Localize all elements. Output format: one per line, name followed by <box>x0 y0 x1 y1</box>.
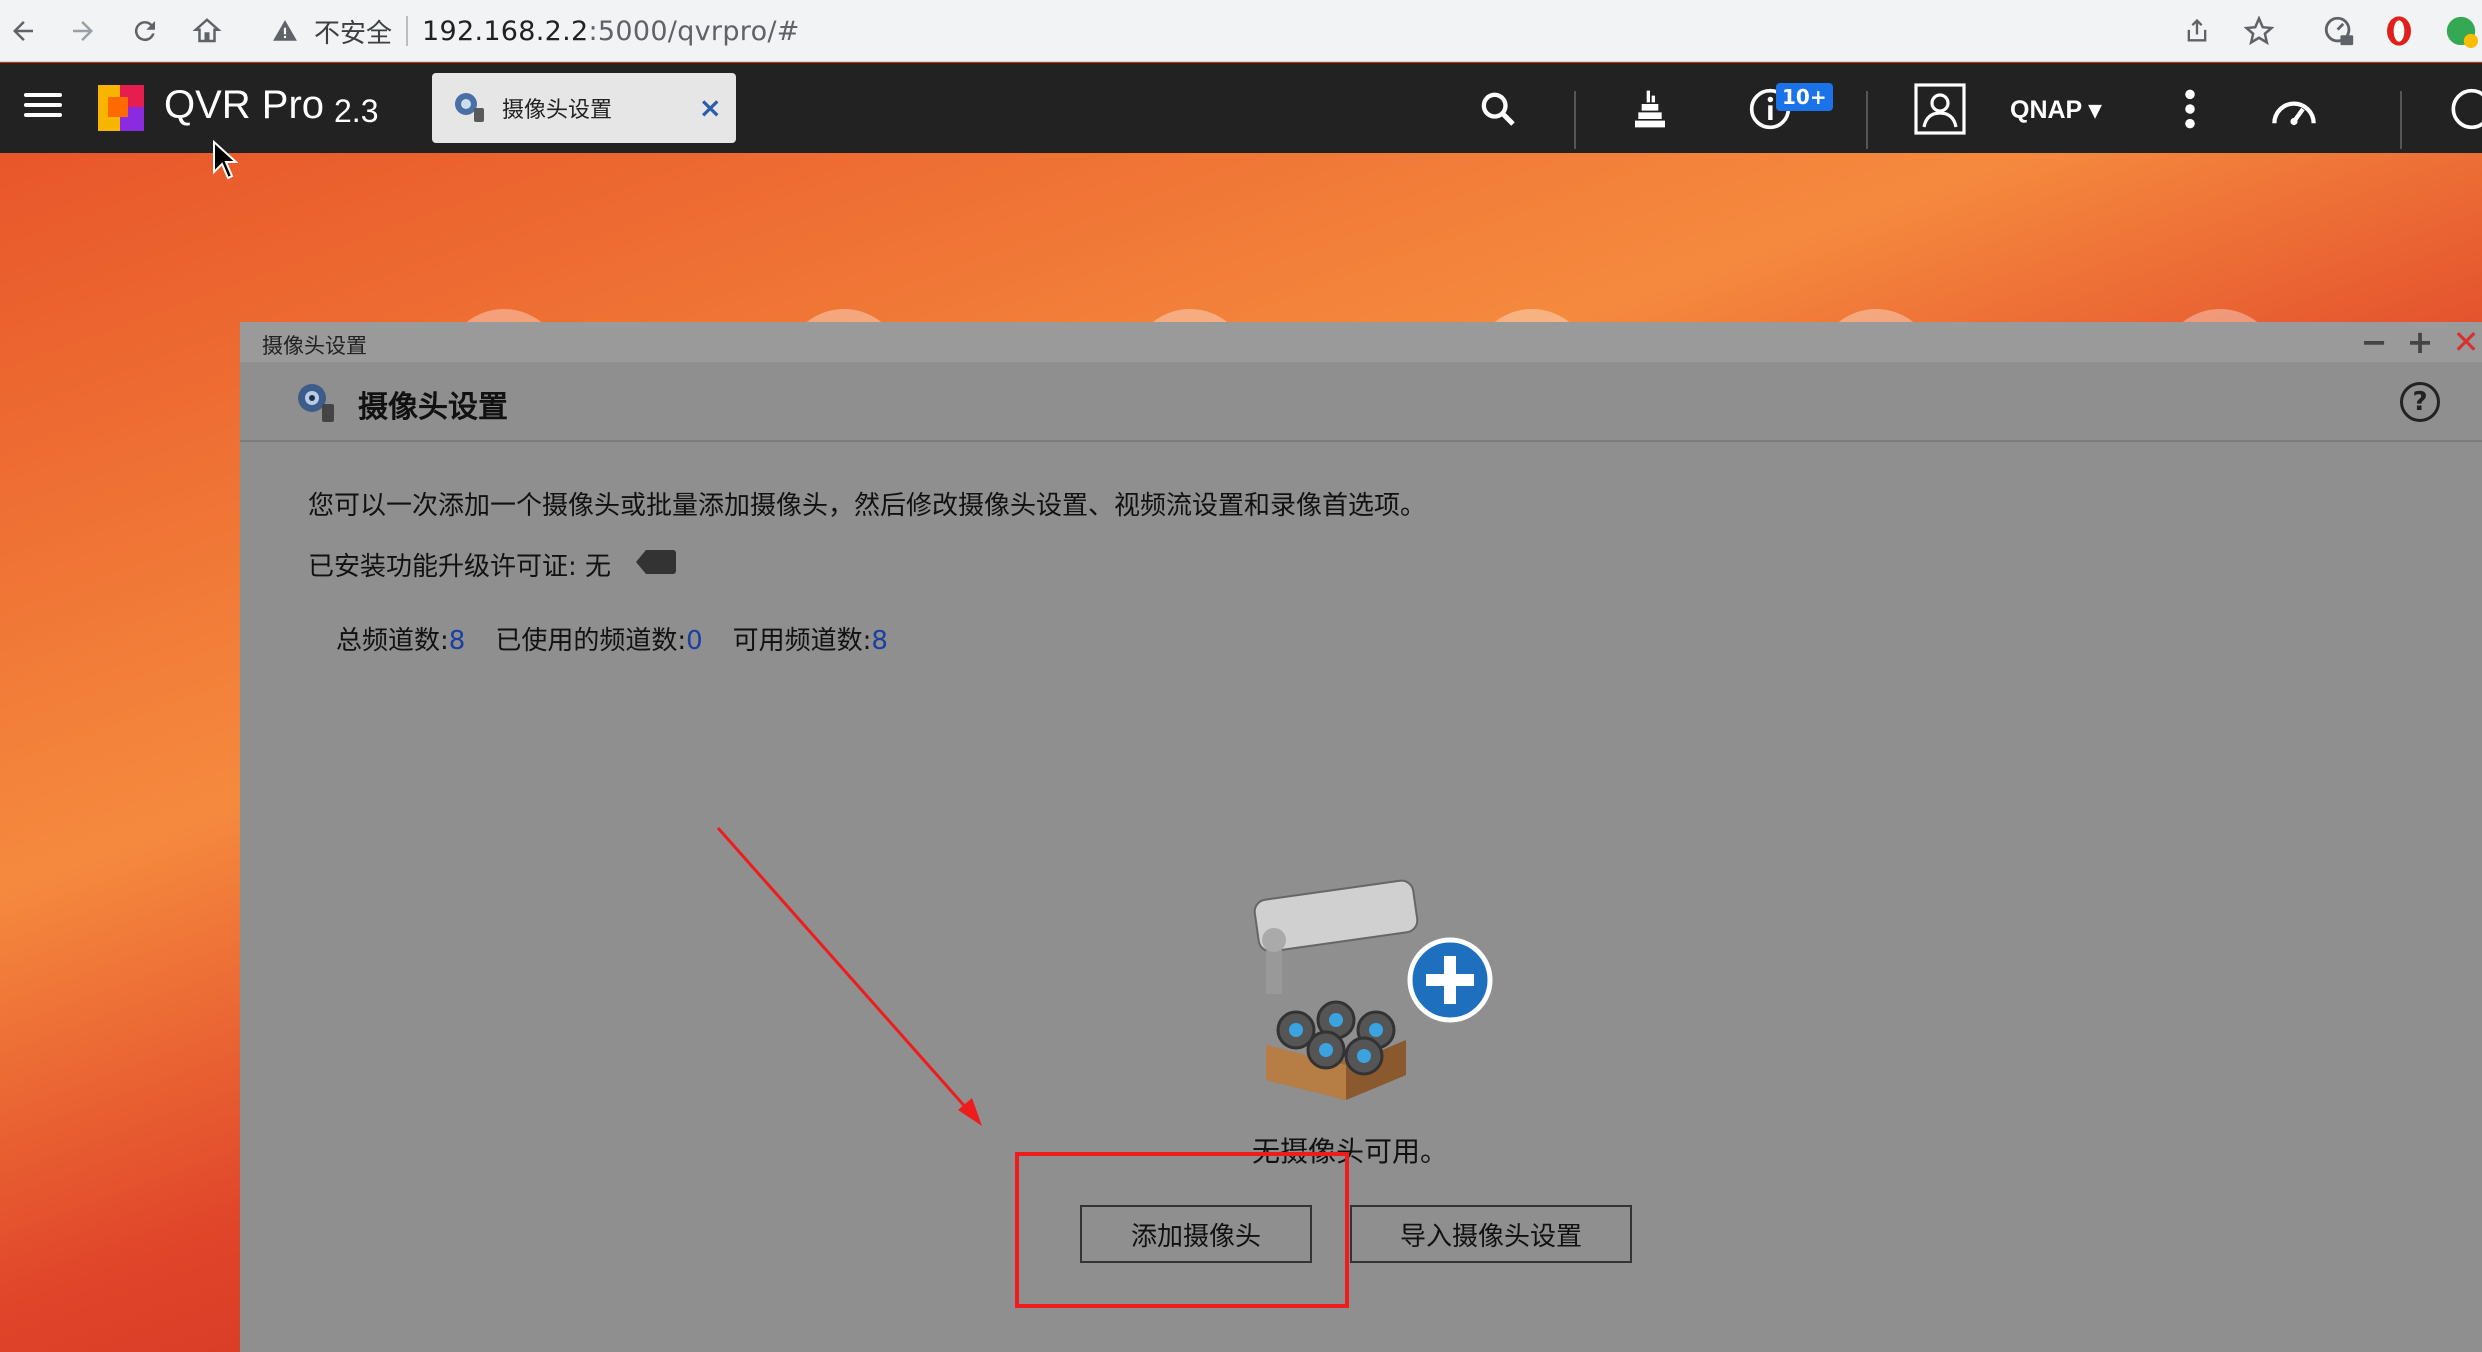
tasks-icon[interactable] <box>1622 81 1678 137</box>
app-name: QVR Pro <box>164 83 325 127</box>
total-channels-value: 8 <box>448 626 466 656</box>
window-header: 摄像头设置 ? <box>240 362 2482 442</box>
channel-summary: 总频道数:8 已使用的频道数:0 可用频道数:8 <box>336 620 888 657</box>
more-icon[interactable] <box>2162 81 2218 137</box>
camera-settings-window: 摄像头设置 − + ✕ 摄像头设置 ? 您可以一次添加一个摄像头或批量添加摄像头… <box>240 322 2482 1352</box>
url-path: :5000/qvrpro/# <box>588 15 800 47</box>
omnibox-divider <box>406 16 409 46</box>
url-host: 192.168.2.2 <box>422 15 589 47</box>
back-icon[interactable] <box>0 8 46 54</box>
url-text[interactable]: 192.168.2.2:5000/qvrpro/# <box>422 16 800 47</box>
total-channels: 总频道数:8 <box>336 620 465 657</box>
used-channels: 已使用的频道数:0 <box>495 620 702 657</box>
camera-settings-icon <box>452 90 488 126</box>
used-channels-label: 已使用的频道数: <box>495 626 687 656</box>
total-channels-label: 总频道数: <box>336 626 449 656</box>
license-text: 已安装功能升级许可证: 无 <box>308 552 612 582</box>
share-icon[interactable] <box>2174 8 2220 54</box>
maximize-icon[interactable]: + <box>2404 326 2436 358</box>
page-title: 摄像头设置 <box>358 390 508 425</box>
home-icon[interactable] <box>184 8 230 54</box>
qvr-logo-icon <box>96 83 146 133</box>
user-menu[interactable]: QNAP ▾ <box>2010 95 2101 125</box>
header-divider <box>1866 91 1868 149</box>
address-bar[interactable]: 不安全 192.168.2.2:5000/qvrpro/# <box>250 5 2230 57</box>
minimize-icon[interactable]: − <box>2358 326 2390 358</box>
available-channels-value: 8 <box>871 626 888 656</box>
warning-icon[interactable] <box>270 16 300 46</box>
tab-close-icon[interactable]: × <box>699 91 722 124</box>
header-divider <box>1574 91 1576 149</box>
used-channels-value: 0 <box>686 626 703 656</box>
opera-icon[interactable] <box>2376 8 2422 54</box>
browser-toolbar: 不安全 192.168.2.2:5000/qvrpro/# <box>0 0 2482 62</box>
license-tag-icon[interactable] <box>636 550 676 574</box>
window-title: 摄像头设置 <box>262 334 367 358</box>
description-text: 您可以一次添加一个摄像头或批量添加摄像头，然后修改摄像头设置、视频流设置和录像首… <box>308 491 1427 521</box>
forward-icon[interactable] <box>60 8 106 54</box>
tab-camera-settings[interactable]: 摄像头设置 × <box>432 73 736 143</box>
close-icon[interactable]: ✕ <box>2450 326 2482 358</box>
user-icon[interactable] <box>1912 81 1968 137</box>
import-camera-settings-button[interactable]: 导入摄像头设置 <box>1350 1205 1632 1263</box>
profile-icon[interactable] <box>2438 8 2482 54</box>
camera-settings-icon <box>294 380 338 424</box>
available-channels-label: 可用频道数: <box>732 626 872 656</box>
menu-icon[interactable] <box>24 87 66 129</box>
available-channels: 可用频道数:8 <box>733 620 888 657</box>
star-icon[interactable] <box>2236 8 2282 54</box>
security-label[interactable]: 不安全 <box>314 13 392 50</box>
help-icon[interactable]: ? <box>2400 382 2440 422</box>
mouse-cursor-icon <box>212 139 239 180</box>
header-divider <box>2400 91 2402 149</box>
notification-badge: 10+ <box>1776 83 1833 111</box>
add-camera-illustration-icon <box>1236 870 1506 1100</box>
power-icon[interactable] <box>2440 81 2482 137</box>
search-icon[interactable] <box>1470 81 1526 137</box>
window-titlebar[interactable]: 摄像头设置 − + ✕ <box>240 322 2482 362</box>
extension-icon[interactable] <box>2316 8 2362 54</box>
reload-icon[interactable] <box>122 8 168 54</box>
app-header: QVR Pro 2.3 摄像头设置 × 10+ QNAP ▾ <box>0 63 2482 153</box>
annotation-highlight-box <box>1015 1152 1349 1308</box>
app-version: 2.3 <box>334 93 379 129</box>
tab-label: 摄像头设置 <box>502 98 613 123</box>
dashboard-icon[interactable] <box>2266 81 2322 137</box>
